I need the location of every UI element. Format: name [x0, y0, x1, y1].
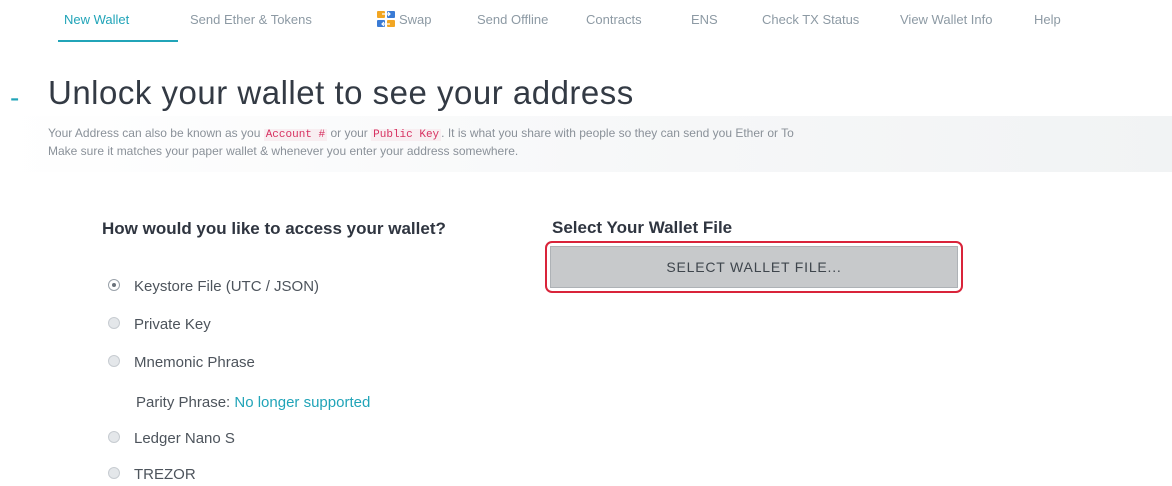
radio-icon[interactable]	[108, 431, 120, 444]
description-text: . It is what you share with people so th…	[441, 126, 794, 140]
swap-icon	[377, 11, 395, 27]
description-text: or your	[327, 126, 372, 140]
radio-icon[interactable]	[108, 355, 120, 368]
page: New Wallet Send Ether & Tokens Swap Send…	[0, 0, 1172, 486]
select-wallet-file-button[interactable]: SELECT WALLET FILE...	[550, 246, 958, 288]
nav-tab-check-tx-status[interactable]: Check TX Status	[762, 12, 859, 27]
select-wallet-file-highlight: SELECT WALLET FILE...	[545, 241, 963, 293]
nav-tab-contracts[interactable]: Contracts	[586, 12, 642, 27]
nav-tab-help[interactable]: Help	[1034, 12, 1061, 27]
top-nav: New Wallet Send Ether & Tokens Swap Send…	[0, 0, 1172, 44]
description-line-1: Your Address can also be known as you Ac…	[48, 126, 794, 141]
address-description: Your Address can also be known as you Ac…	[0, 116, 1172, 172]
public-key-code: Public Key	[371, 129, 442, 141]
radio-icon[interactable]	[108, 467, 120, 480]
option-mnemonic-phrase[interactable]: Mnemonic Phrase	[108, 354, 255, 371]
nav-tab-new-wallet[interactable]: New Wallet	[64, 12, 129, 27]
radio-checked-icon[interactable]	[108, 279, 120, 292]
radio-icon[interactable]	[108, 317, 120, 330]
option-keystore-file[interactable]: Keystore File (UTC / JSON)	[108, 278, 319, 295]
parity-phrase-label: Parity Phrase:	[136, 394, 235, 411]
parity-phrase-note: Parity Phrase: No longer supported	[136, 394, 370, 411]
page-title: Unlock your wallet to see your address	[48, 74, 634, 111]
access-method-title: How would you like to access your wallet…	[102, 219, 446, 238]
option-label: Keystore File (UTC / JSON)	[134, 278, 320, 295]
nav-tab-view-wallet-info[interactable]: View Wallet Info	[900, 12, 993, 27]
wallet-file-title: Select Your Wallet File	[552, 218, 733, 237]
option-label: Ledger Nano S	[134, 430, 235, 447]
option-ledger-nano-s[interactable]: Ledger Nano S	[108, 430, 235, 447]
account-number-code: Account #	[263, 129, 328, 141]
option-label: Mnemonic Phrase	[134, 354, 255, 371]
collapse-toggle[interactable]: -	[10, 82, 19, 114]
nav-tab-swap[interactable]: Swap	[399, 12, 432, 27]
description-text: Your Address can also be known as you	[48, 126, 264, 140]
nav-tab-send-ether-tokens[interactable]: Send Ether & Tokens	[190, 12, 312, 27]
option-label: TREZOR	[134, 466, 196, 483]
option-private-key[interactable]: Private Key	[108, 316, 211, 333]
option-trezor[interactable]: TREZOR	[108, 466, 196, 483]
active-tab-indicator	[58, 40, 178, 42]
description-line-2: Make sure it matches your paper wallet &…	[48, 144, 519, 158]
no-longer-supported-link[interactable]: No longer supported	[234, 394, 370, 411]
option-label: Private Key	[134, 316, 211, 333]
nav-tab-send-offline[interactable]: Send Offline	[477, 12, 548, 27]
nav-tab-ens[interactable]: ENS	[691, 12, 718, 27]
